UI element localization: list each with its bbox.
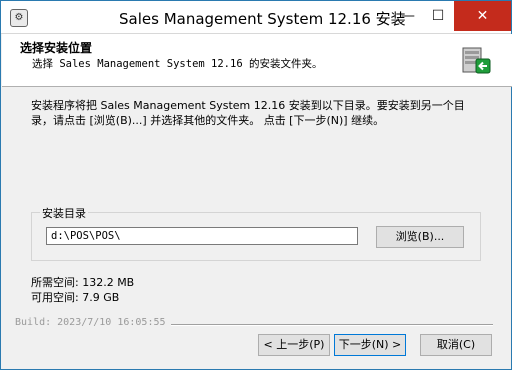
next-button[interactable]: 下一步(N) > xyxy=(334,334,406,356)
browse-button[interactable]: 浏览(B)... xyxy=(376,226,464,248)
title-bar[interactable]: ⚙ Sales Management System 12.16 安装 — ☐ ✕ xyxy=(1,1,511,34)
cancel-button[interactable]: 取消(C) xyxy=(420,334,492,356)
build-info: Build: 2023/7/10 16:05:55 xyxy=(15,317,166,328)
intro-text: 安装程序将把 Sales Management System 12.16 安装到… xyxy=(31,98,501,128)
window-title: Sales Management System 12.16 安装 xyxy=(119,10,406,28)
intro-line-1: 安装程序将把 Sales Management System 12.16 安装到… xyxy=(31,99,465,112)
maximize-button[interactable]: ☐ xyxy=(424,1,452,31)
back-button[interactable]: < 上一步(P) xyxy=(258,334,330,356)
server-install-icon xyxy=(462,47,491,74)
install-dir-label: 安装目录 xyxy=(40,205,88,221)
install-path-input[interactable]: d:\POS\POS\ xyxy=(46,227,358,245)
close-button[interactable]: ✕ xyxy=(454,1,511,31)
page-subtitle: 选择 Sales Management System 12.16 的安装文件夹。 xyxy=(32,58,323,70)
intro-line-2: 录，请点击 [浏览(B)...] 并选择其他的文件夹。 点击 [下一步(N)] … xyxy=(31,114,385,127)
page-title: 选择安装位置 xyxy=(20,41,93,55)
install-dir-group: 安装目录 d:\POS\POS\ 浏览(B)... xyxy=(31,205,481,261)
installer-app-icon: ⚙ xyxy=(10,9,28,27)
space-required: 所需空间: 132.2 MB xyxy=(31,276,135,289)
space-available: 可用空间: 7.9 GB xyxy=(31,291,120,304)
page-header: 选择安装位置 选择 Sales Management System 12.16 … xyxy=(2,34,512,87)
minimize-button[interactable]: — xyxy=(394,1,422,31)
installer-window: ⚙ Sales Management System 12.16 安装 — ☐ ✕… xyxy=(0,0,512,370)
footer-separator xyxy=(171,324,493,326)
